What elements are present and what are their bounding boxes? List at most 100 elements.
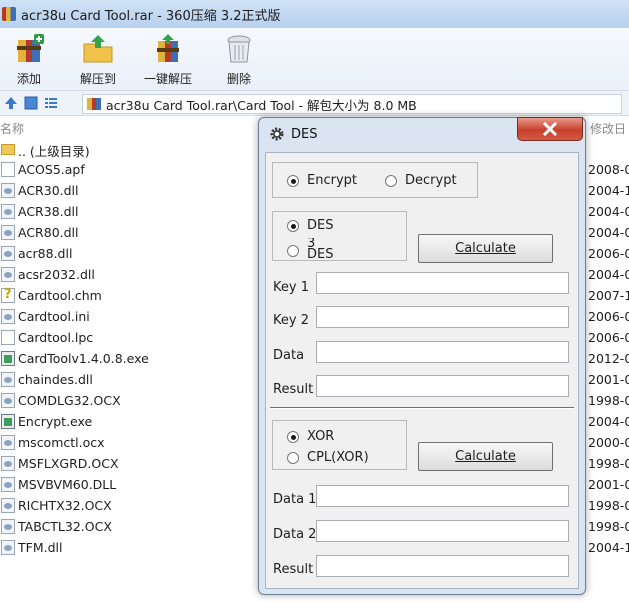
dll-icon — [1, 246, 15, 261]
separator — [270, 407, 574, 409]
cpl-xor-radio[interactable]: CPL(XOR) — [287, 450, 369, 465]
dll-icon — [1, 267, 15, 282]
file-date: 1998-06 — [588, 498, 629, 513]
trash-icon — [222, 34, 256, 64]
folder-icon — [1, 144, 15, 155]
calculate-button-xor[interactable]: Calculate — [418, 442, 553, 471]
dll-icon — [1, 540, 15, 555]
close-button[interactable] — [517, 117, 583, 141]
list-view-icon — [45, 98, 57, 108]
ocx-icon — [1, 456, 15, 471]
file-name: Cardtool.lpc — [18, 330, 94, 345]
path-text: acr38u Card Tool.rar\Card Tool - 解包大小为 8… — [106, 97, 417, 113]
operation-group: XOR CPL(XOR) — [272, 420, 407, 470]
des-radio[interactable]: DES — [287, 218, 333, 233]
file-name: CardToolv1.4.0.8.exe — [18, 351, 149, 366]
file-name: chaindes.dll — [18, 372, 93, 387]
decrypt-radio-dot — [385, 174, 397, 187]
file-name: Cardtool.ini — [18, 309, 90, 324]
one-click-extract-button[interactable]: 一键解压 — [144, 28, 192, 87]
gear-icon — [269, 126, 285, 142]
up-arrow-button[interactable] — [2, 94, 20, 112]
file-name: ACR38.dll — [18, 204, 79, 219]
calculate-label-des: Calculate — [455, 241, 516, 256]
column-name[interactable]: 名称 — [0, 120, 24, 137]
decrypt-label: Decrypt — [405, 173, 457, 188]
ocx-icon — [1, 498, 15, 513]
file-name: ACR80.dll — [18, 225, 79, 240]
des3-radio[interactable]: 3 DES — [287, 238, 333, 258]
file-date: 2001-08 — [588, 477, 629, 492]
result2-field[interactable] — [316, 555, 569, 577]
dll-icon — [1, 477, 15, 492]
path-field[interactable]: acr38u Card Tool.rar\Card Tool - 解包大小为 8… — [82, 94, 622, 114]
xor-radio[interactable]: XOR — [287, 429, 334, 444]
file-date: 2004-10 — [588, 183, 629, 198]
file-date: 2007-10 — [588, 288, 629, 303]
encrypt-radio[interactable]: Encrypt — [287, 173, 357, 188]
algo-group: DES 3 DES — [272, 211, 407, 261]
data1-label: Data 1 — [273, 492, 317, 507]
file-name: ACOS5.apf — [18, 162, 85, 177]
result-field[interactable] — [316, 375, 569, 397]
dll-icon — [1, 372, 15, 387]
file-icon — [1, 162, 15, 177]
file-name: acsr2032.dll — [18, 267, 95, 282]
file-date: 2004-07 — [588, 204, 629, 219]
one-click-extract-icon — [151, 34, 185, 64]
file-icon — [1, 330, 15, 345]
data2-field[interactable] — [316, 520, 569, 542]
list-view-button[interactable] — [42, 94, 60, 112]
file-name: MSVBVM60.DLL — [18, 477, 117, 492]
thumbnail-view-button[interactable] — [22, 94, 40, 112]
key2-label: Key 2 — [273, 313, 309, 328]
file-date: 2006-06 — [588, 246, 629, 261]
column-date[interactable]: 修改日 — [590, 120, 626, 137]
des-radio-dot — [287, 219, 299, 232]
file-date: 2000-05 — [588, 435, 629, 450]
des3-radio-clip: 3 DES — [287, 238, 397, 258]
decrypt-radio[interactable]: Decrypt — [385, 173, 457, 188]
exe-icon — [1, 351, 15, 366]
file-date: 1998-06 — [588, 456, 629, 471]
file-date: 2004-10 — [588, 540, 629, 555]
key2-field[interactable] — [316, 306, 569, 328]
calculate-button-des[interactable]: Calculate — [418, 234, 553, 263]
key1-field[interactable] — [316, 272, 569, 294]
dll-icon — [1, 183, 15, 198]
close-icon — [542, 122, 558, 136]
ocx-icon — [1, 519, 15, 534]
encrypt-radio-dot — [287, 174, 299, 187]
extract-to-button[interactable]: 解压到 — [80, 28, 116, 87]
settings-file-icon — [1, 309, 15, 324]
file-name: MSFLXGRD.OCX — [18, 456, 119, 471]
data1-field[interactable] — [316, 485, 569, 507]
des3-radio-dot — [287, 244, 299, 257]
calculate-label-xor: Calculate — [455, 449, 516, 464]
dialog-body: Encrypt Decrypt DES 3 DES Calculate Key … — [265, 152, 579, 589]
add-button[interactable]: 添加 — [12, 28, 46, 87]
toolbar: 添加 解压到 一键解压 删除 — [0, 28, 629, 90]
ocx-icon — [1, 435, 15, 450]
delete-button[interactable]: 删除 — [222, 28, 256, 87]
file-date: 2001-02 — [588, 372, 629, 387]
exe-icon — [1, 414, 15, 429]
file-date: 2006-05 — [588, 330, 629, 345]
ocx-icon — [1, 393, 15, 408]
file-name: RICHTX32.OCX — [18, 498, 112, 513]
add-archive-icon — [12, 34, 46, 64]
mode-group: Encrypt Decrypt — [272, 162, 478, 198]
extract-to-label: 解压到 — [80, 72, 117, 86]
xor-radio-dot — [287, 430, 299, 443]
delete-label: 删除 — [226, 72, 251, 86]
des-label: DES — [307, 218, 334, 233]
add-label: 添加 — [16, 72, 41, 86]
data-field[interactable] — [316, 341, 569, 363]
file-name: TFM.dll — [18, 540, 63, 555]
file-date: 2004-04 — [588, 267, 629, 282]
key1-label: Key 1 — [273, 280, 309, 295]
result-label: Result — [273, 382, 314, 397]
file-date: 2012-08 — [588, 351, 629, 366]
file-date: 2006-09 — [588, 309, 629, 324]
file-name: ACR30.dll — [18, 183, 79, 198]
